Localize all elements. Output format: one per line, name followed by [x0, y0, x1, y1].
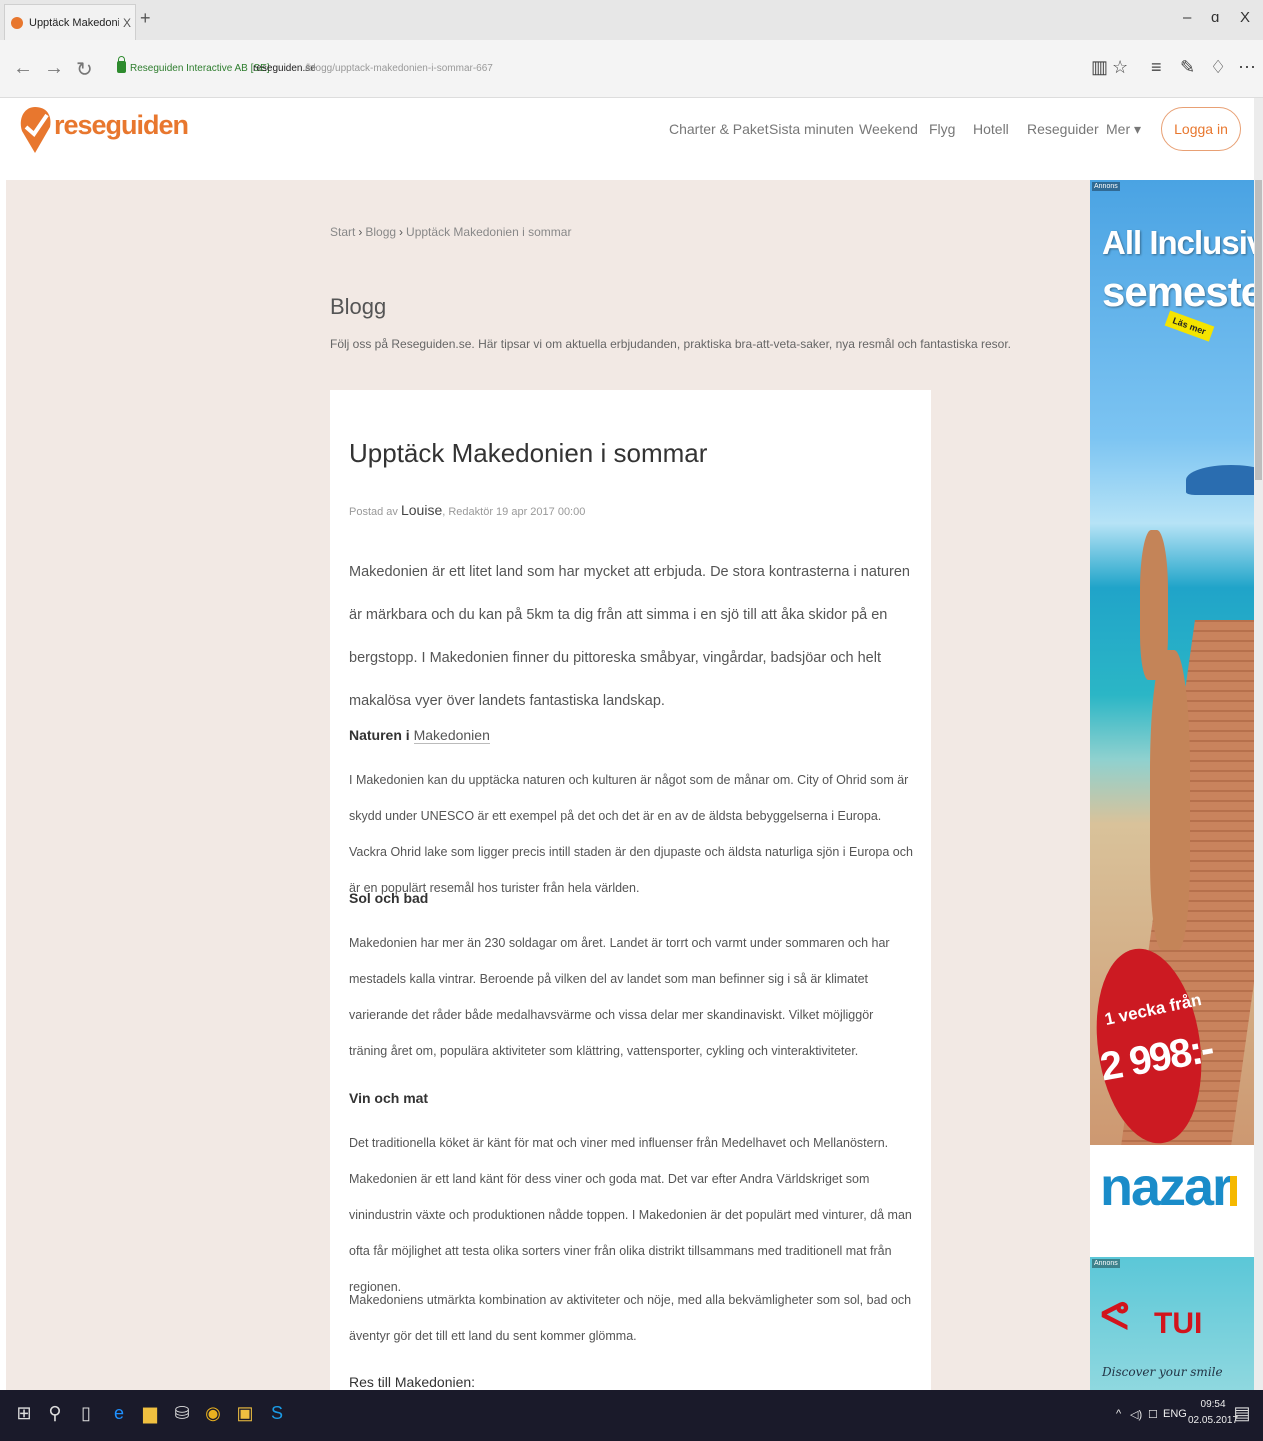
favorite-star-icon[interactable]: ☆ [1112, 57, 1128, 78]
new-tab-button[interactable]: + [140, 8, 151, 29]
clock-date: 02.05.2017 [1188, 1415, 1239, 1426]
browser-tab[interactable]: Upptäck Makedonien i : X [4, 4, 136, 40]
back-arrow-icon[interactable]: ← [13, 57, 33, 80]
store-icon[interactable]: ⛁ [172, 1400, 192, 1426]
beach-girl-image [1150, 650, 1190, 950]
ad-label: Annons [1092, 182, 1120, 191]
action-center-icon[interactable]: ▤ [1232, 1400, 1252, 1426]
section-text-sol-och-bad: Makedonien har mer än 230 soldagar om år… [349, 936, 890, 1058]
ad-headline-1: All Inclusive- [1102, 224, 1254, 261]
section-heading-sol-och-bad: Sol och bad [349, 890, 429, 906]
login-button[interactable]: Logga in [1161, 107, 1241, 151]
scrollbar-thumb[interactable] [1255, 180, 1262, 480]
tui-logo-text: TUI [1154, 1307, 1203, 1340]
skype-icon[interactable]: S [267, 1400, 287, 1426]
nav-weekend[interactable]: Weekend [859, 121, 918, 137]
article-role-date: , Redaktör 19 apr 2017 00:00 [442, 506, 586, 518]
nazar-logo: nazar [1100, 1157, 1233, 1217]
windows-start-icon[interactable]: ⊞ [14, 1400, 34, 1426]
edge-browser-icon[interactable]: e [109, 1400, 129, 1426]
window-close-button[interactable]: X [1240, 9, 1250, 26]
nav-flyg[interactable]: Flyg [929, 121, 955, 137]
section-text-naturen: I Makedonien kan du upptäcka naturen och… [349, 773, 913, 895]
nav-hotell[interactable]: Hotell [973, 121, 1009, 137]
restore-button[interactable]: ɑ [1211, 9, 1219, 26]
blog-heading: Blogg [330, 294, 387, 319]
article-title: Upptäck Makedonien i sommar [349, 438, 708, 468]
section-heading-vin-och-mat: Vin och mat [349, 1090, 429, 1106]
nazar-logo-mark [1230, 1176, 1237, 1206]
reseguiden-logo-icon[interactable] [18, 101, 53, 159]
refresh-icon[interactable]: ↻ [76, 57, 93, 82]
network-icon[interactable]: ☐ [1148, 1408, 1158, 1421]
breadcrumb-blogg[interactable]: Blogg [365, 225, 396, 239]
lock-icon[interactable] [117, 56, 126, 73]
site-logo-text[interactable]: reseguiden [54, 110, 189, 141]
breadcrumb-start[interactable]: Start [330, 225, 355, 239]
reading-view-icon[interactable]: ▥ [1091, 57, 1108, 78]
site-identity[interactable]: Reseguiden Interactive AB [SE] [130, 63, 270, 74]
show-hidden-icons-icon[interactable]: ^ [1116, 1408, 1121, 1420]
ad-label-2: Annons [1092, 1259, 1120, 1268]
volume-icon[interactable]: ◁) [1130, 1408, 1142, 1421]
task-view-icon[interactable]: ▯ [76, 1400, 96, 1426]
nav-charter-paket[interactable]: Charter & Paket [669, 121, 769, 137]
makedonien-link[interactable]: Makedonien [413, 727, 490, 744]
taskbar-clock[interactable]: 09:54 02.05.2017 [1188, 1397, 1238, 1429]
sticky-notes-icon[interactable]: ▣ [235, 1400, 255, 1426]
site-header: reseguiden Charter & Paket Sista minuten… [6, 98, 1254, 180]
breadcrumb: Start › Blogg › Upptäck Makedonien i sommar [330, 225, 572, 239]
hub-icon[interactable]: ≡ [1151, 57, 1162, 78]
forward-arrow-icon[interactable]: → [44, 57, 64, 80]
section-text-vin-och-mat: Det traditionella köket är känt för mat … [349, 1136, 912, 1294]
article-card: Upptäck Makedonien i sommar Postad av Lo… [330, 390, 931, 1390]
closing-paragraph: Makedoniens utmärkta kombination av akti… [349, 1293, 912, 1343]
site-favicon-icon [11, 16, 23, 29]
advertisement-nazar[interactable]: Annons All Inclusive- semester Läs mer 1… [1090, 180, 1254, 1253]
browser-tab-bar: Upptäck Makedonien i : X + – ɑ X [0, 0, 1263, 40]
chrome-icon[interactable]: ◉ [203, 1400, 223, 1426]
section-heading-naturen: Naturen i Makedonien [349, 727, 490, 744]
article-meta: Postad av Louise, Redaktör 19 apr 2017 0… [349, 502, 585, 518]
file-explorer-icon[interactable]: ▆ [140, 1400, 160, 1426]
language-indicator[interactable]: ENG [1163, 1408, 1187, 1420]
tui-tagline: Discover your smile [1102, 1365, 1223, 1379]
beach-umbrella-image [1186, 465, 1254, 495]
posted-by-label: Postad av [349, 506, 398, 518]
url-path[interactable]: /blogg/upptack-makedonien-i-sommar-667 [305, 63, 493, 74]
article-intro: Makedonien är ett litet land som har myc… [349, 564, 910, 709]
search-icon[interactable]: ⚲ [45, 1400, 65, 1426]
nav-reseguider[interactable]: Reseguider [1027, 121, 1099, 137]
minimize-button[interactable]: – [1183, 9, 1191, 26]
breadcrumb-current: Upptäck Makedonien i sommar [406, 225, 572, 239]
tab-title: Upptäck Makedonien i : [29, 16, 119, 29]
article-author[interactable]: Louise [401, 502, 442, 518]
tui-smile-logo-icon: ᕙ [1100, 1294, 1130, 1338]
tab-close-button[interactable]: X [123, 16, 131, 30]
more-menu-icon[interactable]: ⋯ [1238, 57, 1256, 78]
address-bar: ← → ↻ Reseguiden Interactive AB [SE] res… [0, 40, 1263, 98]
blog-description: Följ oss på Reseguiden.se. Här tipsar vi… [330, 337, 1011, 351]
ad-headline-2: semester [1102, 268, 1254, 315]
section-heading-res-till: Res till Makedonien: [349, 1374, 476, 1390]
advertisement-tui[interactable]: Annons ᕙ TUI Discover your smile [1090, 1257, 1254, 1391]
nav-more-dropdown[interactable]: Mer ▾ [1106, 121, 1141, 138]
nav-sista-minuten[interactable]: Sista minuten [769, 121, 854, 137]
share-icon[interactable]: ♢ [1210, 57, 1226, 78]
clock-time: 09:54 [1200, 1399, 1226, 1410]
web-note-icon[interactable]: ✎ [1180, 57, 1195, 78]
